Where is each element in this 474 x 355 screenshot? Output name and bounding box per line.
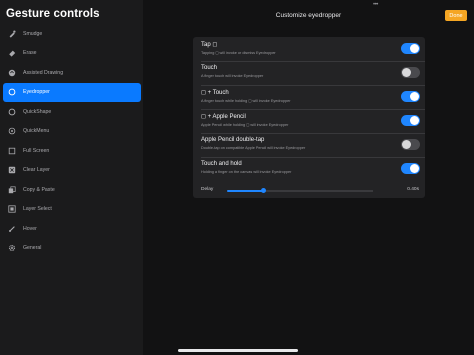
tap-toggle[interactable] [401,43,420,54]
apple-pencil-double-tap-toggle[interactable] [401,139,420,150]
home-indicator[interactable] [178,349,298,352]
toggle-knob [402,140,411,149]
setting-description: Apple Pencil while holding ◻ will invoke… [201,123,289,127]
settings-panel: Tap ◻ Tapping ◻ will invoke or dismiss E… [193,37,425,198]
assisted-drawing-icon [8,69,16,77]
sidebar-item-label: QuickShape [23,108,52,115]
setting-row-tap: Tap ◻ Tapping ◻ will invoke or dismiss E… [193,37,425,61]
toggle-knob [410,44,419,53]
setting-description: Holding a finger on the canvas will invo… [201,170,292,174]
sidebar-item-label: General [23,245,42,252]
square-touch-toggle[interactable] [401,91,420,102]
done-button[interactable]: Done [445,10,467,21]
layer-select-icon [8,205,16,213]
smudge-icon [8,30,16,38]
setting-title: ◻ + Apple Pencil [201,114,246,120]
sidebar: Gesture controls Smudge Erase Assisted D… [0,0,143,355]
toggle-knob [410,164,419,173]
sidebar-item-layer-select[interactable]: Layer Select [3,200,141,220]
eraser-icon [8,49,16,57]
gear-icon [8,244,16,252]
sidebar-item-label: Full Screen [23,147,50,154]
setting-row-touch: Touch A finger touch will invoke Eyedrop… [193,61,425,85]
main-panel: ••• Customize eyedropper Done Tap ◻ Tapp… [143,0,474,355]
delay-row: Delay 0.40s [193,183,425,195]
setting-description: A finger touch while holding ◻ will invo… [201,99,291,103]
sidebar-item-eyedropper[interactable]: Eyedropper [3,82,141,102]
sidebar-item-erase[interactable]: Erase [3,44,141,64]
setting-description: A finger touch will invoke Eyedropper [201,74,264,78]
fullscreen-icon [8,147,16,155]
sidebar-title: Gesture controls [6,8,100,20]
sidebar-item-label: Copy & Paste [23,186,55,193]
sidebar-list: Smudge Erase Assisted Drawing Eyedropper… [3,24,141,258]
sidebar-item-label: Erase [23,50,37,57]
eyedropper-icon [8,88,16,96]
touch-and-hold-toggle[interactable] [401,163,420,174]
sidebar-item-assisted-drawing[interactable]: Assisted Drawing [3,63,141,83]
setting-row-touch-and-hold: Touch and hold Holding a finger on the c… [193,157,425,181]
hover-icon [8,225,16,233]
quickshape-icon [8,108,16,116]
delay-slider-track[interactable] [263,190,373,192]
setting-row-apple-pencil-double-tap: Apple Pencil double-tap Double-tap on co… [193,133,425,157]
sidebar-item-label: Smudge [23,30,43,37]
square-apple-pencil-toggle[interactable] [401,115,420,126]
setting-title: Apple Pencil double-tap [201,137,265,143]
setting-description: Tapping ◻ will invoke or dismiss Eyedrop… [201,51,276,55]
setting-title: Touch and hold [201,161,242,167]
delay-slider-fill[interactable] [227,190,263,192]
setting-title: Tap ◻ [201,42,218,48]
sidebar-item-smudge[interactable]: Smudge [3,24,141,44]
page-title: Customize eyedropper [275,12,342,19]
sidebar-item-copy-paste[interactable]: Copy & Paste [3,180,141,200]
delay-slider-thumb[interactable] [261,188,266,193]
delay-value: 0.40s [407,187,419,192]
sidebar-item-label: Hover [23,225,37,232]
sidebar-item-hover[interactable]: Hover [3,219,141,239]
toggle-knob [410,92,419,101]
sidebar-item-label: Assisted Drawing [23,69,64,76]
sidebar-item-quickshape[interactable]: QuickShape [3,102,141,122]
sidebar-item-label: QuickMenu [23,128,50,135]
toggle-knob [402,68,411,77]
setting-row-square-apple-pencil: ◻ + Apple Pencil Apple Pencil while hold… [193,109,425,133]
setting-description: Double-tap on compatible Apple Pencil wi… [201,146,306,150]
sidebar-item-label: Clear Layer [23,167,50,174]
setting-row-square-touch: ◻ + Touch A finger touch while holding ◻… [193,85,425,109]
sidebar-item-general[interactable]: General [3,239,141,259]
sidebar-item-clear-layer[interactable]: Clear Layer [3,161,141,181]
sidebar-item-quickmenu[interactable]: QuickMenu [3,122,141,142]
sidebar-item-label: Eyedropper [23,89,50,96]
setting-title: ◻ + Touch [201,90,229,96]
toggle-knob [410,116,419,125]
sidebar-item-full-screen[interactable]: Full Screen [3,141,141,161]
multitasking-dots[interactable]: ••• [373,2,378,8]
clear-layer-icon [8,166,16,174]
delay-label: Delay [201,187,214,192]
sidebar-item-label: Layer Select [23,206,52,213]
copy-paste-icon [8,186,16,194]
touch-toggle[interactable] [401,67,420,78]
quickmenu-icon [8,127,16,135]
setting-title: Touch [201,65,218,71]
